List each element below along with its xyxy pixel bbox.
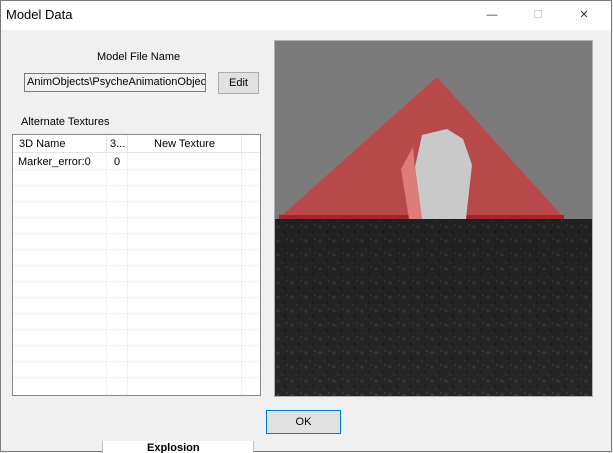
column-header-3d-name[interactable]: 3D Name xyxy=(13,135,107,153)
row-3d-name: Marker_error:0 xyxy=(18,156,91,168)
grid-line xyxy=(13,233,260,234)
background-window-fragment: Explosion xyxy=(102,441,254,453)
model-file-label: Model File Name xyxy=(97,51,181,63)
grid-line xyxy=(13,249,260,250)
grid-line xyxy=(241,153,242,395)
edit-button[interactable]: Edit xyxy=(218,72,259,94)
grid-line xyxy=(13,361,260,362)
window-title: Model Data xyxy=(6,7,73,22)
row-number: 0 xyxy=(114,156,121,168)
column-header-new-texture[interactable]: New Texture xyxy=(128,135,242,153)
grid-line xyxy=(13,281,260,282)
grid-line xyxy=(106,153,107,395)
grid-line xyxy=(13,377,260,378)
grid-line xyxy=(13,329,260,330)
ok-button[interactable]: OK xyxy=(266,410,341,434)
explosion-tree-item: Explosion xyxy=(147,442,200,453)
grid-line xyxy=(13,201,260,202)
textures-list[interactable]: 3D Name 3... New Texture Marker_error:0 … xyxy=(12,134,261,396)
grid-line xyxy=(13,313,260,314)
alternate-textures-label: Alternate Textures xyxy=(21,116,110,128)
grid-line xyxy=(13,185,260,186)
maximize-button[interactable]: ☐ xyxy=(515,1,561,30)
grid-line xyxy=(127,153,128,395)
grid-line xyxy=(13,217,260,218)
grid-line xyxy=(13,297,260,298)
grid-line xyxy=(13,345,260,346)
column-header-filler xyxy=(242,135,260,153)
grid-line xyxy=(13,265,260,266)
close-button[interactable]: ✕ xyxy=(561,1,607,30)
model-file-field[interactable]: AnimObjects\PsycheAnimationObject xyxy=(24,73,206,92)
minimize-button[interactable]: — xyxy=(469,1,515,30)
model-data-dialog: Model Data — ☐ ✕ Model File Name AnimObj… xyxy=(0,0,612,453)
column-header-number[interactable]: 3... xyxy=(107,135,128,153)
arch-front-face xyxy=(415,129,472,219)
model-preview-viewport[interactable] xyxy=(274,40,593,397)
title-bar: Model Data — ☐ ✕ xyxy=(1,1,611,30)
preview-scene xyxy=(275,41,592,396)
